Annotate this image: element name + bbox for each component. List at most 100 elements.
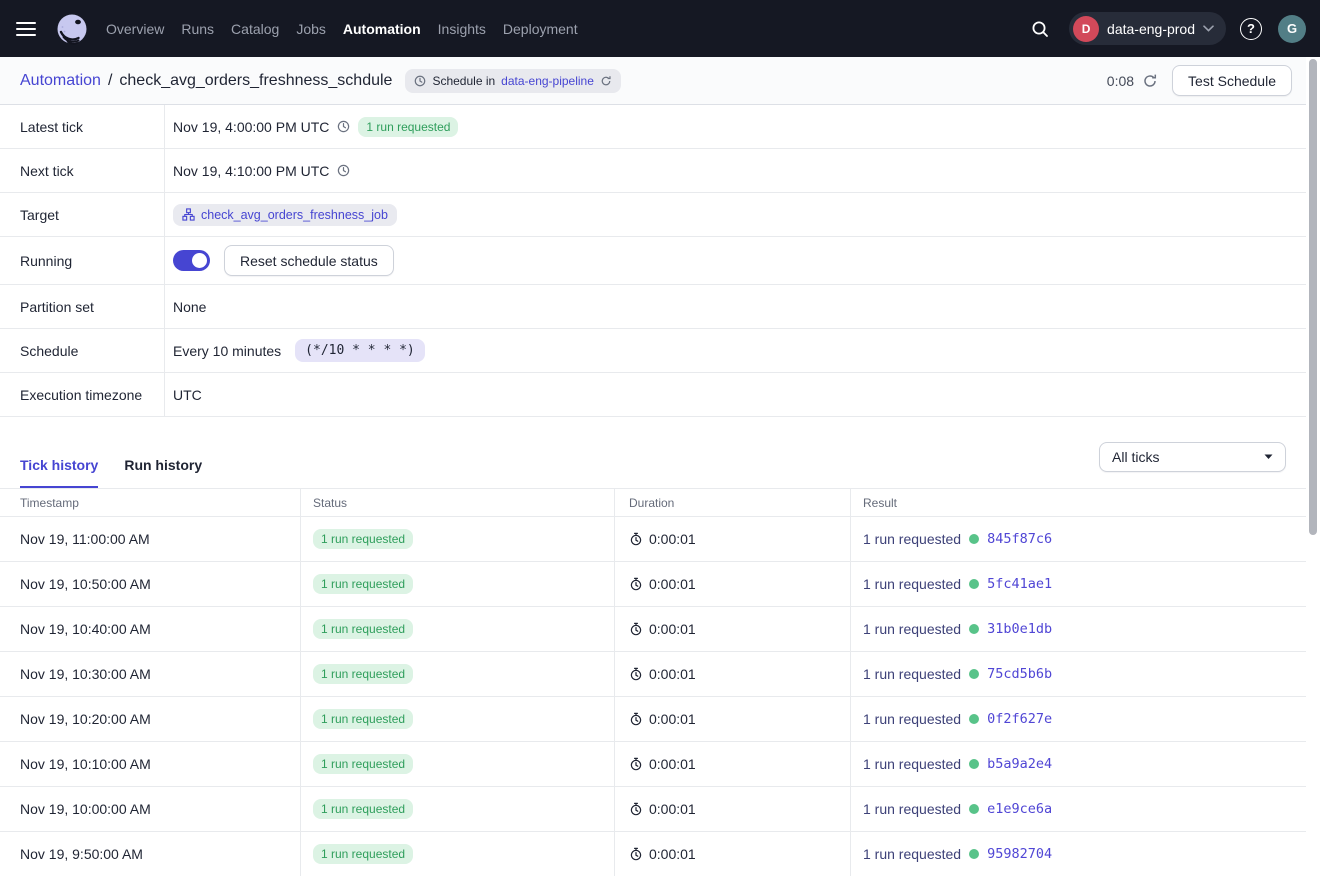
chevron-down-icon [1203,25,1214,32]
detail-row-running: Running Reset schedule status [0,237,1306,285]
nav-item-jobs[interactable]: Jobs [296,21,326,37]
tab-run-history[interactable]: Run history [124,457,202,488]
run-id-link[interactable]: 5fc41ae1 [987,576,1052,592]
stopwatch-icon [629,622,643,636]
tick-timestamp: Nov 19, 10:30:00 AM [0,652,300,696]
schedule-summary: Every 10 minutes [173,343,281,359]
detail-row-schedule: Schedule Every 10 minutes (*/10 * * * *) [0,329,1306,373]
tick-duration: 0:00:01 [649,711,696,727]
tick-result-text: 1 run requested [863,531,961,547]
stopwatch-icon [629,667,643,681]
run-status-dot [969,849,979,859]
tick-timestamp: Nov 19, 10:20:00 AM [0,697,300,741]
tick-duration: 0:00:01 [649,621,696,637]
tick-result-text: 1 run requested [863,801,961,817]
next-tick-time: Nov 19, 4:10:00 PM UTC [173,163,329,179]
table-row: Nov 19, 10:30:00 AM 1 run requested 0:00… [0,652,1306,697]
detail-label: Running [0,237,165,284]
table-row: Nov 19, 10:50:00 AM 1 run requested 0:00… [0,562,1306,607]
ticks-filter-value: All ticks [1112,449,1159,465]
tick-status-badge: 1 run requested [313,619,413,639]
clock-icon [337,164,350,177]
nav-item-insights[interactable]: Insights [438,21,486,37]
refresh-countdown: 0:08 [1107,73,1134,89]
workspace-initial-badge: D [1073,16,1099,42]
top-navigation-bar: Overview Runs Catalog Jobs Automation In… [0,0,1320,57]
history-tabs-bar: Tick history Run history All ticks [0,417,1306,488]
nav-item-catalog[interactable]: Catalog [231,21,279,37]
tick-timestamp: Nov 19, 10:40:00 AM [0,607,300,651]
nav-item-runs[interactable]: Runs [181,21,214,37]
stopwatch-icon [629,757,643,771]
help-icon[interactable]: ? [1240,18,1262,40]
page-body: Automation / check_avg_orders_freshness_… [0,57,1320,876]
job-icon [182,208,195,221]
caret-down-icon [1264,454,1273,460]
ticks-filter-dropdown[interactable]: All ticks [1099,442,1286,472]
schedule-origin-badge: Schedule in data-eng-pipeline [405,69,620,93]
nav-item-overview[interactable]: Overview [106,21,164,37]
refresh-icon[interactable] [1142,73,1158,89]
table-row: Nov 19, 10:40:00 AM 1 run requested 0:00… [0,607,1306,652]
tick-duration: 0:00:01 [649,576,696,592]
cron-expression: (*/10 * * * *) [295,339,425,362]
detail-row-target: Target check_avg_orders_freshness_job [0,193,1306,237]
tick-result-text: 1 run requested [863,666,961,682]
table-row: Nov 19, 11:00:00 AM 1 run requested 0:00… [0,517,1306,562]
run-id-link[interactable]: 31b0e1db [987,621,1052,637]
reload-location-icon[interactable] [600,75,612,87]
run-id-link[interactable]: e1e9ce6a [987,801,1052,817]
code-location-link[interactable]: data-eng-pipeline [501,74,594,88]
tick-status-badge: 1 run requested [313,664,413,684]
tab-tick-history[interactable]: Tick history [20,457,98,488]
tick-result-text: 1 run requested [863,621,961,637]
run-id-link[interactable]: 845f87c6 [987,531,1052,547]
run-status-dot [969,579,979,589]
test-schedule-button[interactable]: Test Schedule [1172,65,1292,96]
tick-status-badge: 1 run requested [313,574,413,594]
tick-timestamp: Nov 19, 10:10:00 AM [0,742,300,786]
target-job-pill[interactable]: check_avg_orders_freshness_job [173,204,397,226]
tick-status-badge: 1 run requested [313,709,413,729]
stopwatch-icon [629,847,643,861]
hamburger-menu-icon[interactable] [16,15,44,43]
detail-row-partition-set: Partition set None [0,285,1306,329]
column-header-timestamp: Timestamp [0,489,300,516]
schedule-details: Latest tick Nov 19, 4:00:00 PM UTC 1 run… [0,105,1306,417]
reset-schedule-status-button[interactable]: Reset schedule status [224,245,394,276]
nav-item-deployment[interactable]: Deployment [503,21,578,37]
run-id-link[interactable]: b5a9a2e4 [987,756,1052,772]
clock-icon [414,75,426,87]
tick-history-table: Timestamp Status Duration Result Nov 19,… [0,488,1306,876]
detail-label: Partition set [0,285,165,328]
running-toggle[interactable] [173,250,210,271]
tick-timestamp: Nov 19, 9:50:00 AM [0,832,300,876]
tick-duration: 0:00:01 [649,531,696,547]
tick-duration: 0:00:01 [649,846,696,862]
vertical-scrollbar[interactable] [1309,59,1317,535]
clock-icon [337,120,350,133]
breadcrumb-separator: / [108,72,112,90]
nav-item-automation[interactable]: Automation [343,21,421,37]
column-header-duration: Duration [614,489,850,516]
tick-duration: 0:00:01 [649,801,696,817]
workspace-name: data-eng-prod [1107,21,1195,37]
run-id-link[interactable]: 0f2f627e [987,711,1052,727]
page-header: Automation / check_avg_orders_freshness_… [0,57,1306,105]
run-id-link[interactable]: 95982704 [987,846,1052,862]
breadcrumb-automation-link[interactable]: Automation [20,72,101,90]
table-header-row: Timestamp Status Duration Result [0,488,1306,517]
workspace-switcher[interactable]: D data-eng-prod [1069,12,1226,45]
stopwatch-icon [629,802,643,816]
user-avatar[interactable]: G [1278,15,1306,43]
tick-duration: 0:00:01 [649,666,696,682]
detail-row-latest-tick: Latest tick Nov 19, 4:00:00 PM UTC 1 run… [0,105,1306,149]
target-job-link[interactable]: check_avg_orders_freshness_job [201,208,388,222]
tick-result-text: 1 run requested [863,756,961,772]
run-id-link[interactable]: 75cd5b6b [987,666,1052,682]
tick-status-badge: 1 run requested [313,799,413,819]
dagster-logo-icon[interactable] [54,11,90,47]
search-icon[interactable] [1025,14,1055,44]
stopwatch-icon [629,712,643,726]
run-status-dot [969,804,979,814]
